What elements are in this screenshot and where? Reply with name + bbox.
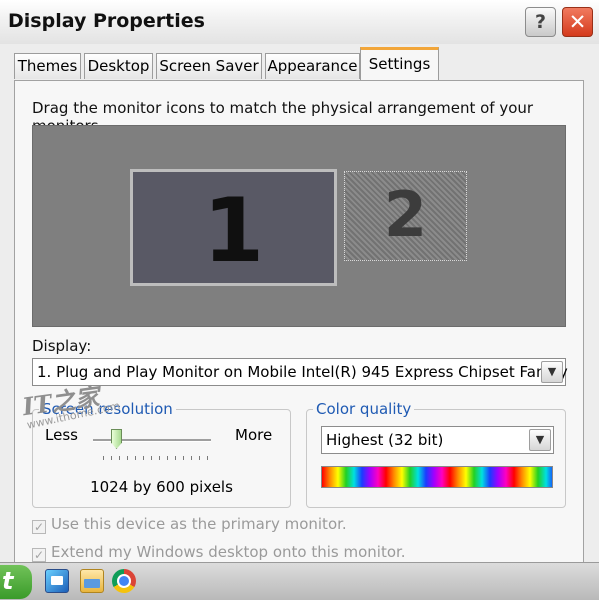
display-select-value: 1. Plug and Play Monitor on Mobile Intel… [37, 363, 568, 381]
resolution-less-label: Less [45, 426, 78, 444]
chrome-icon[interactable] [112, 569, 136, 593]
display-select[interactable]: 1. Plug and Play Monitor on Mobile Intel… [32, 358, 568, 386]
close-button[interactable]: ✕ [562, 7, 593, 37]
display-label: Display: [32, 337, 92, 355]
taskbar: t [0, 562, 599, 600]
monitor-1-number: 1 [202, 179, 265, 282]
extend-desktop-checkbox[interactable]: ✓ [32, 548, 46, 562]
monitor-1-icon[interactable]: 1 [130, 169, 337, 286]
monitor-2-icon[interactable]: 2 [344, 171, 467, 261]
screen-resolution-title: Screen resolution [39, 400, 176, 418]
window-title: Display Properties [8, 10, 205, 32]
color-quality-value: Highest (32 bit) [326, 431, 444, 449]
help-button[interactable]: ? [525, 7, 556, 37]
chevron-down-icon[interactable]: ▼ [541, 361, 563, 383]
extend-desktop-checkbox-row[interactable]: ✓ Extend my Windows desktop onto this mon… [32, 543, 406, 562]
primary-monitor-checkbox[interactable]: ✓ [32, 520, 46, 534]
show-desktop-icon[interactable] [45, 569, 69, 593]
color-quality-select[interactable]: Highest (32 bit) ▼ [321, 426, 554, 454]
monitor-2-number: 2 [383, 178, 428, 251]
dialog-body: Themes Desktop Screen Saver Appearance S… [0, 44, 599, 570]
primary-monitor-label: Use this device as the primary monitor. [51, 515, 347, 533]
tab-screen-saver[interactable]: Screen Saver [156, 53, 262, 79]
color-quality-title: Color quality [313, 400, 415, 418]
color-quality-group: Color quality Highest (32 bit) ▼ [306, 400, 566, 508]
tab-appearance[interactable]: Appearance [265, 53, 360, 79]
extend-desktop-label: Extend my Windows desktop onto this moni… [51, 543, 406, 561]
resolution-more-label: More [235, 426, 273, 444]
settings-panel: Drag the monitor icons to match the phys… [14, 80, 584, 570]
resolution-value: 1024 by 600 pixels [90, 478, 233, 496]
tab-settings[interactable]: Settings [360, 47, 439, 80]
tab-themes[interactable]: Themes [14, 53, 81, 79]
close-icon: ✕ [568, 10, 587, 34]
resolution-slider-track[interactable] [93, 439, 211, 442]
start-button[interactable]: t [0, 565, 32, 599]
monitor-arrangement-area[interactable]: 1 2 [32, 125, 566, 327]
resolution-slider-ticks [103, 456, 213, 460]
help-icon: ? [534, 11, 547, 33]
resolution-slider-thumb[interactable] [111, 429, 122, 449]
chevron-down-icon[interactable]: ▼ [529, 429, 551, 451]
folder-icon[interactable] [80, 569, 104, 593]
primary-monitor-checkbox-row[interactable]: ✓ Use this device as the primary monitor. [32, 515, 347, 534]
tab-desktop[interactable]: Desktop [84, 53, 153, 79]
title-bar[interactable]: Display Properties ? ✕ [0, 0, 599, 44]
color-spectrum-bar [321, 466, 553, 488]
screen-resolution-group: Screen resolution Less More 1024 by 600 … [32, 400, 291, 508]
